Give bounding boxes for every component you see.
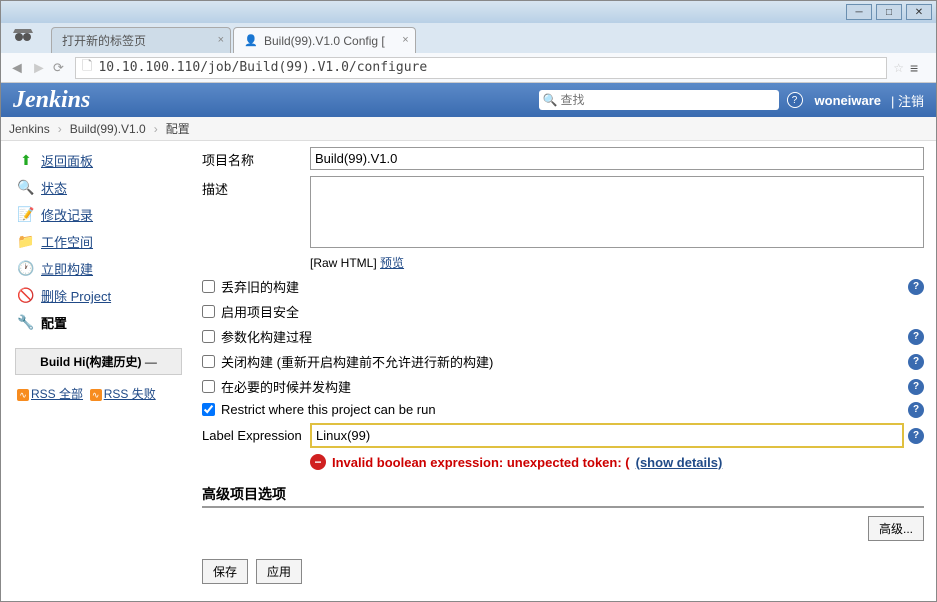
minimize-button[interactable]: ─	[846, 4, 872, 20]
error-text: Invalid boolean expression: unexpected t…	[332, 455, 630, 470]
disable-build-checkbox[interactable]	[202, 355, 215, 368]
sidebar: ⬆返回面板 🔍状态 📝修改记录 📁工作空间 🕐立即构建 🚫删除 Project …	[1, 141, 196, 596]
tab-strip: 打开新的标签页 × 👤 Build(99).V1.0 Config [ ×	[1, 23, 936, 53]
sidebar-item-delete[interactable]: 🚫 删除 Project	[1, 282, 196, 309]
label-expression-label: Label Expression	[202, 428, 310, 443]
rss-links: ∿RSS 全部 ∿RSS 失败	[1, 381, 196, 406]
tab-label: Build(99).V1.0 Config [	[264, 34, 385, 48]
help-icon[interactable]: ?	[908, 279, 924, 295]
help-icon[interactable]: ?	[908, 354, 924, 370]
discard-old-checkbox[interactable]	[202, 280, 215, 293]
up-arrow-icon: ⬆	[17, 152, 35, 170]
description-label: 描述	[202, 176, 310, 198]
notepad-icon: 📝	[17, 206, 35, 224]
gear-icon: 🔧	[17, 314, 35, 332]
config-form: 项目名称 描述 [Raw HTML] 预览 丢弃旧的构建? 启用项目安全 参数化…	[196, 141, 936, 596]
save-button[interactable]: 保存	[202, 559, 248, 584]
show-details-link[interactable]: (show details)	[636, 455, 723, 470]
address-bar: ◄ ► ⟳ 🗋 10.10.100.110/job/Build(99).V1.0…	[1, 53, 936, 83]
help-icon[interactable]: ?	[908, 402, 924, 418]
parameterized-checkbox[interactable]	[202, 330, 215, 343]
search-icon: 🔍	[17, 179, 35, 197]
build-history-header[interactable]: Build Hi(构建历史) —	[15, 348, 182, 375]
bookmark-icon[interactable]: ☆	[893, 61, 904, 75]
back-icon[interactable]: ◄	[9, 60, 25, 76]
checkbox-label: 关闭构建 (重新开启构建前不允许进行新的构建)	[221, 352, 493, 371]
enable-security-checkbox[interactable]	[202, 305, 215, 318]
close-icon[interactable]: ×	[402, 34, 408, 46]
help-icon[interactable]: ?	[908, 379, 924, 395]
folder-icon: 📁	[17, 233, 35, 251]
description-textarea[interactable]	[310, 176, 924, 248]
sidebar-item-label: 立即构建	[41, 259, 93, 278]
forward-icon[interactable]: ►	[31, 60, 47, 76]
project-name-label: 项目名称	[202, 147, 310, 169]
preview-link[interactable]: 预览	[380, 256, 404, 270]
sidebar-item-label: 修改记录	[41, 205, 93, 224]
page-icon: 🗋	[82, 57, 92, 79]
concurrent-checkbox[interactable]	[202, 380, 215, 393]
help-icon[interactable]: ?	[908, 428, 924, 444]
rss-icon: ∿	[90, 389, 102, 401]
search-icon: 🔍	[543, 93, 558, 107]
rss-icon: ∿	[17, 389, 29, 401]
rss-fail-link[interactable]: RSS 失败	[104, 387, 156, 401]
tab-jenkins-config[interactable]: 👤 Build(99).V1.0 Config [ ×	[233, 27, 416, 53]
checkbox-label: 在必要的时候并发构建	[221, 377, 351, 396]
chevron-right-icon: ›	[58, 122, 62, 136]
rss-all-link[interactable]: RSS 全部	[31, 387, 83, 401]
sidebar-item-label: 删除 Project	[41, 286, 111, 305]
breadcrumb: Jenkins › Build(99).V1.0 › 配置	[1, 117, 936, 141]
chevron-right-icon: ›	[154, 122, 158, 136]
sidebar-item-build-now[interactable]: 🕐 立即构建	[1, 255, 196, 282]
advanced-section-header: 高级项目选项	[202, 484, 924, 508]
reload-icon[interactable]: ⟳	[53, 60, 69, 76]
validation-error: − Invalid boolean expression: unexpected…	[310, 454, 924, 470]
sidebar-item-status[interactable]: 🔍 状态	[1, 174, 196, 201]
help-icon[interactable]: ?	[908, 329, 924, 345]
sidebar-item-label: 配置	[41, 313, 67, 332]
incognito-icon	[11, 27, 35, 45]
jenkins-logo[interactable]: Jenkins	[13, 87, 90, 114]
help-icon[interactable]: ?	[787, 92, 803, 108]
user-link[interactable]: woneiware	[815, 93, 881, 108]
project-name-input[interactable]	[310, 147, 924, 170]
apply-button[interactable]: 应用	[256, 559, 302, 584]
search-input[interactable]	[560, 93, 774, 107]
url-input[interactable]: 🗋 10.10.100.110/job/Build(99).V1.0/confi…	[75, 57, 887, 79]
raw-html-label: [Raw HTML]	[310, 256, 377, 270]
advanced-button[interactable]: 高级...	[868, 516, 924, 541]
checkbox-label: Restrict where this project can be run	[221, 402, 436, 417]
label-expression-input[interactable]	[310, 423, 904, 448]
window-titlebar: ─ □ ✕	[1, 1, 936, 23]
checkbox-label: 启用项目安全	[221, 302, 299, 321]
search-box[interactable]: 🔍	[539, 90, 779, 110]
chrome-menu-icon[interactable]: ≡	[910, 60, 928, 76]
tab-label: 打开新的标签页	[62, 32, 146, 49]
breadcrumb-jenkins[interactable]: Jenkins	[9, 122, 50, 136]
restrict-checkbox[interactable]	[202, 403, 215, 416]
close-window-button[interactable]: ✕	[906, 4, 932, 20]
close-icon[interactable]: ×	[218, 34, 224, 46]
checkbox-label: 丢弃旧的构建	[221, 277, 299, 296]
sidebar-item-label: 返回面板	[41, 151, 93, 170]
jenkins-header: Jenkins 🔍 ? woneiware 注销	[1, 83, 936, 117]
error-icon: −	[310, 454, 326, 470]
sidebar-item-label: 工作空间	[41, 232, 93, 251]
sidebar-item-back[interactable]: ⬆ 返回面板	[1, 147, 196, 174]
breadcrumb-configure[interactable]: 配置	[166, 120, 190, 137]
tab-new-tab[interactable]: 打开新的标签页 ×	[51, 27, 231, 53]
jenkins-favicon: 👤	[244, 34, 258, 48]
sidebar-item-label: 状态	[41, 178, 67, 197]
sidebar-item-configure[interactable]: 🔧 配置	[1, 309, 196, 336]
checkbox-label: 参数化构建过程	[221, 327, 312, 346]
url-text: 10.10.100.110/job/Build(99).V1.0/configu…	[98, 60, 427, 75]
maximize-button[interactable]: □	[876, 4, 902, 20]
delete-icon: 🚫	[17, 287, 35, 305]
sidebar-item-workspace[interactable]: 📁 工作空间	[1, 228, 196, 255]
logout-link[interactable]: 注销	[891, 91, 924, 110]
sidebar-item-changes[interactable]: 📝 修改记录	[1, 201, 196, 228]
breadcrumb-job[interactable]: Build(99).V1.0	[70, 122, 146, 136]
clock-icon: 🕐	[17, 260, 35, 278]
